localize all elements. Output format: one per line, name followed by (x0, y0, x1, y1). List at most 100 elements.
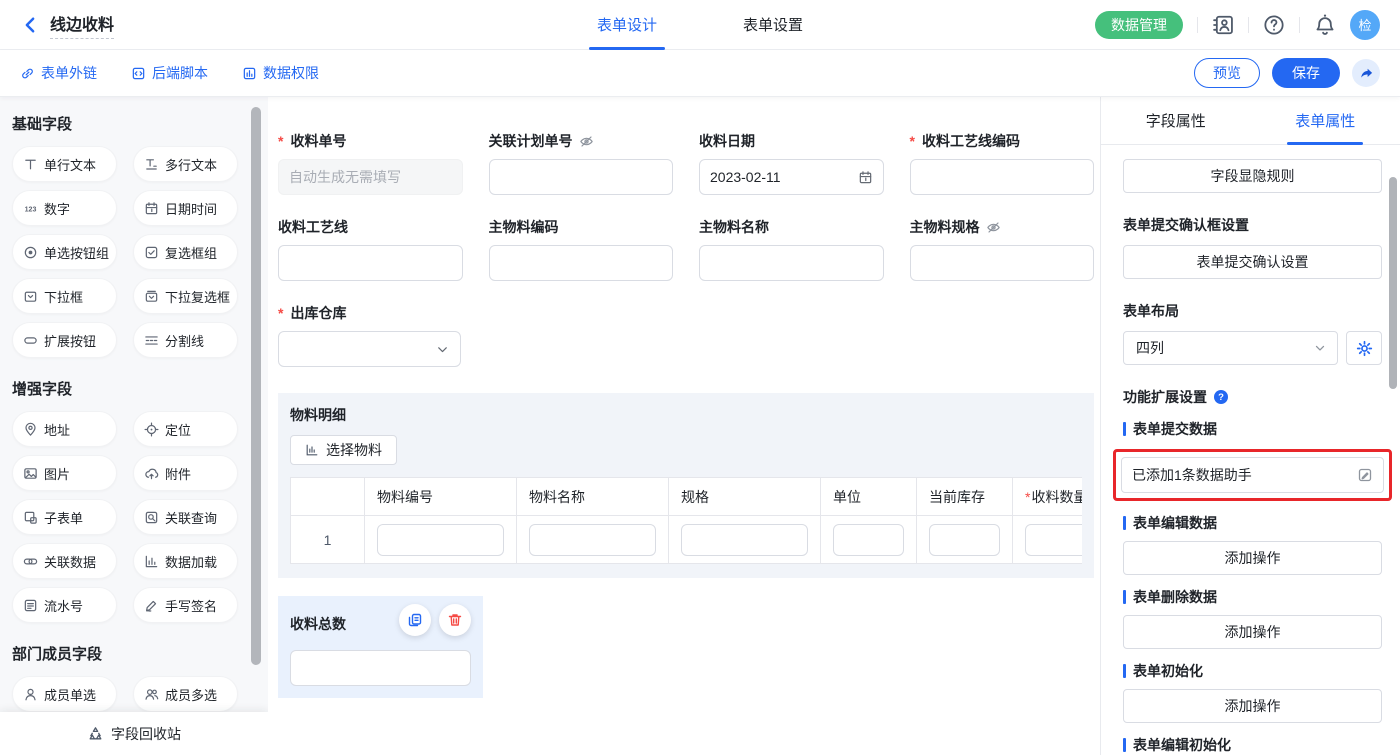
field-pill-datetime[interactable]: 日期时间 (133, 190, 238, 226)
field-pill-divider[interactable]: 分割线 (133, 322, 238, 358)
canvas-field-2[interactable]: 收料日期2023-02-11 (699, 131, 884, 195)
subform-col-header: *收料数量 (1013, 478, 1083, 516)
field-pill-single-line-text[interactable]: 单行文本 (12, 146, 117, 182)
field-pill-image[interactable]: 图片 (12, 455, 117, 491)
tab-form-design[interactable]: 表单设计 (589, 0, 665, 49)
field-input[interactable] (278, 245, 463, 281)
panel-section-title: 表单编辑数据 (1123, 513, 1382, 533)
canvas-field-7[interactable]: 主物料规格 (910, 217, 1095, 281)
field-pill-attachment[interactable]: 附件 (133, 455, 238, 491)
preview-button[interactable]: 预览 (1194, 58, 1260, 88)
panel-section-title: 表单提交数据 (1123, 419, 1382, 439)
selected-field-total[interactable]: 收料总数 (278, 596, 483, 698)
field-pill-select[interactable]: 下拉框 (12, 278, 117, 314)
notification-bell-icon[interactable] (1314, 14, 1336, 36)
subform-cell-input[interactable] (929, 524, 1000, 556)
field-input[interactable] (910, 159, 1095, 195)
field-pill-signature[interactable]: 手写签名 (133, 587, 238, 623)
save-button[interactable]: 保存 (1272, 58, 1340, 88)
datetime-icon (144, 201, 159, 216)
form-title[interactable]: 线边收料 (50, 11, 114, 39)
toolbar-link-1[interactable]: 后端脚本 (131, 63, 208, 83)
subform-material-detail[interactable]: 物料明细 选择物料 物料编号物料名称规格单位当前库存*收料数量 1 (278, 393, 1094, 578)
submit-confirm-button[interactable]: 表单提交确认设置 (1123, 245, 1382, 279)
field-palette-sidebar: 基础字段单行文本多行文本123数字日期时间单选按钮组复选框组下拉框下拉复选框扩展… (0, 97, 268, 755)
add-action-button[interactable]: 添加操作 (1123, 689, 1382, 723)
field-input[interactable] (910, 245, 1095, 281)
toolbar-link-0[interactable]: 表单外链 (20, 63, 97, 83)
field-input-select[interactable] (278, 331, 461, 367)
field-pill-address[interactable]: 地址 (12, 411, 117, 447)
field-pill-lookup[interactable]: 关联查询 (133, 499, 238, 535)
field-pill-location[interactable]: 定位 (133, 411, 238, 447)
field-visibility-rule-button[interactable]: 字段显隐规则 (1123, 159, 1382, 193)
avatar[interactable]: 检 (1350, 10, 1380, 40)
total-quantity-input[interactable] (290, 650, 471, 686)
panel-section-2: 表单删除数据添加操作 (1123, 587, 1382, 649)
lookup-icon (144, 510, 159, 525)
field-pill-checkbox-group[interactable]: 复选框组 (133, 234, 238, 270)
select-material-label: 选择物料 (326, 440, 382, 460)
handbook-icon[interactable] (1212, 14, 1234, 36)
canvas-field-3[interactable]: *收料工艺线编码 (910, 131, 1095, 195)
subform-cell-input[interactable] (1025, 524, 1082, 556)
canvas-field-4[interactable]: 收料工艺线 (278, 217, 463, 281)
share-button[interactable] (1352, 59, 1380, 87)
add-action-button[interactable]: 添加操作 (1123, 615, 1382, 649)
field-pill-number[interactable]: 123数字 (12, 190, 117, 226)
extension-settings-label: 功能扩展设置 ? (1123, 387, 1382, 407)
field-recycle-bin[interactable]: 字段回收站 (0, 712, 268, 755)
canvas-field-5[interactable]: 主物料编码 (489, 217, 674, 281)
share-arrow-icon (1359, 66, 1374, 81)
trash-icon (447, 612, 463, 628)
field-input[interactable] (489, 159, 674, 195)
field-pill-multi-line-text[interactable]: 多行文本 (133, 146, 238, 182)
field-pill-subform[interactable]: 子表单 (12, 499, 117, 535)
canvas-field-8[interactable]: *出库仓库 (278, 303, 461, 367)
canvas-field-6[interactable]: 主物料名称 (699, 217, 884, 281)
field-pill-multi-select[interactable]: 下拉复选框 (133, 278, 238, 314)
field-label: 主物料名称 (699, 217, 884, 237)
canvas-field-0[interactable]: *收料单号自动生成无需填写 (278, 131, 463, 195)
layout-settings-button[interactable] (1346, 331, 1382, 365)
field-input[interactable] (699, 245, 884, 281)
tab-form-properties[interactable]: 表单属性 (1251, 97, 1400, 144)
eye-off-icon (986, 220, 1001, 235)
layout-select[interactable]: 四列 (1123, 331, 1338, 365)
tab-form-settings[interactable]: 表单设置 (735, 0, 811, 49)
field-pill-radio-group[interactable]: 单选按钮组 (12, 234, 117, 270)
subform-cell-input[interactable] (377, 524, 504, 556)
copy-field-button[interactable] (399, 604, 431, 636)
select-icon (23, 289, 38, 304)
field-input[interactable] (489, 245, 674, 281)
data-assistant-box[interactable]: 已添加1条数据助手 (1121, 457, 1384, 493)
help-icon[interactable] (1263, 14, 1285, 36)
select-material-button[interactable]: 选择物料 (290, 435, 397, 465)
canvas-field-1[interactable]: 关联计划单号 (489, 131, 674, 195)
field-pill-member-single[interactable]: 成员单选 (12, 676, 117, 712)
field-pill-button[interactable]: 扩展按钮 (12, 322, 117, 358)
add-action-button[interactable]: 添加操作 (1123, 541, 1382, 575)
subform-cell-input[interactable] (833, 524, 904, 556)
subform-col-index (291, 478, 365, 516)
panel-scrollbar[interactable] (1389, 177, 1397, 389)
help-circle-icon[interactable]: ? (1213, 389, 1229, 405)
toolbar-link-label: 表单外链 (41, 63, 97, 83)
field-pill-member-multi[interactable]: 成员多选 (133, 676, 238, 712)
field-pill-label: 成员单选 (44, 685, 96, 704)
delete-field-button[interactable] (439, 604, 471, 636)
sidebar-scrollbar[interactable] (251, 107, 261, 665)
field-pill-serial-number[interactable]: 流水号 (12, 587, 117, 623)
subform-cell-input[interactable] (681, 524, 808, 556)
back-icon[interactable] (20, 15, 40, 35)
field-pill-data-load[interactable]: 数据加载 (133, 543, 238, 579)
data-manage-button[interactable]: 数据管理 (1095, 11, 1183, 39)
subform-cell-input[interactable] (529, 524, 656, 556)
tab-field-properties[interactable]: 字段属性 (1101, 97, 1251, 144)
toolbar-link-2[interactable]: 数据权限 (242, 63, 319, 83)
field-pill-linked-data[interactable]: 关联数据 (12, 543, 117, 579)
field-pill-label: 下拉框 (44, 287, 83, 306)
field-pill-label: 复选框组 (165, 243, 217, 262)
field-input-date[interactable]: 2023-02-11 (699, 159, 884, 195)
subform-col-header: 单位 (821, 478, 917, 516)
